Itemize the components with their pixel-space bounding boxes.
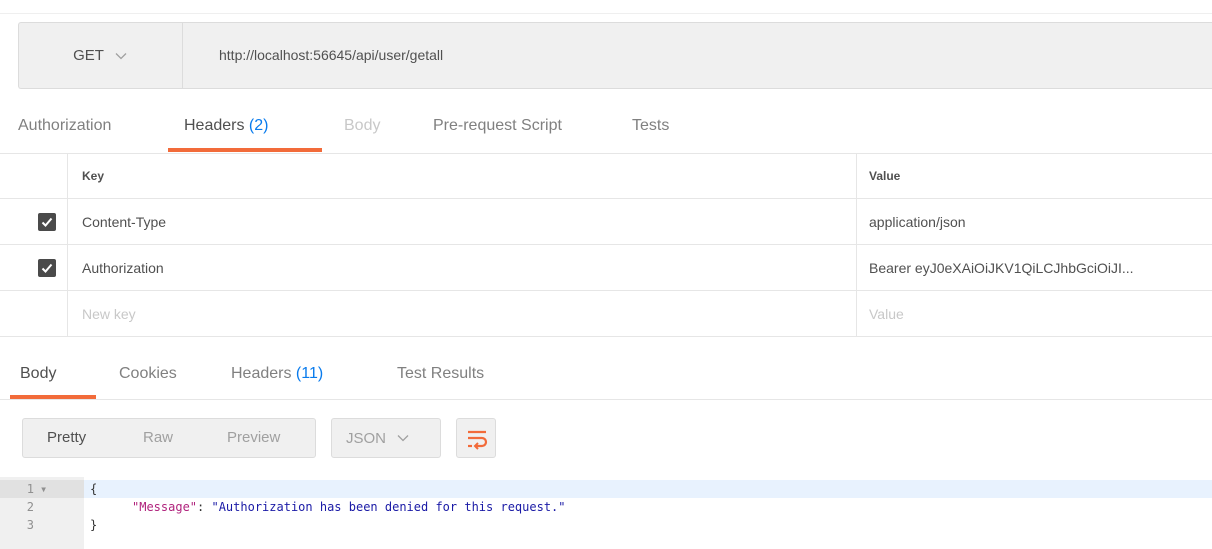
method-select[interactable]: GET (19, 23, 183, 88)
tab-cookies[interactable]: Cookies (119, 356, 177, 400)
column-header-value: Value (869, 169, 901, 183)
tab-label: Headers (231, 365, 296, 382)
new-header-row: New key Value (0, 291, 1212, 337)
tab-label: Body (20, 365, 57, 382)
code-text: { (90, 482, 98, 496)
wrap-lines-icon (468, 430, 488, 450)
value-column: Bearer eyJ0eXAiOiJKV1QiLCJhbGciOiJI... (856, 245, 1212, 290)
code-line: 3 } (0, 516, 1212, 534)
line-number: 3 (0, 516, 84, 534)
active-tab-underline (168, 148, 322, 152)
tab-label: Pre-request Script (433, 117, 562, 134)
code-text: "Message": "Authorization has been denie… (132, 498, 566, 516)
tab-authorization[interactable]: Authorization (18, 108, 111, 152)
format-select[interactable]: JSON (331, 418, 441, 458)
tab-label: Test Results (397, 365, 485, 382)
tab-headers[interactable]: Headers (2) (184, 108, 268, 152)
checkbox-column (0, 199, 68, 244)
line-number: 2 (0, 498, 84, 516)
line-number-text: 1 (26, 482, 34, 496)
table-row: Authorization Bearer eyJ0eXAiOiJKV1QiLCJ… (0, 245, 1212, 291)
raw-button[interactable]: Raw (143, 419, 173, 457)
checkbox-column (0, 154, 68, 198)
json-key: "Message" (132, 500, 198, 514)
new-key-input[interactable]: New key (82, 291, 136, 336)
tab-label: Cookies (119, 365, 177, 382)
header-value[interactable]: Bearer eyJ0eXAiOiJKV1QiLCJhbGciOiJI... (869, 245, 1134, 290)
preview-button[interactable]: Preview (227, 419, 280, 457)
table-row: Content-Type application/json (0, 199, 1212, 245)
header-value[interactable]: application/json (869, 199, 966, 244)
tab-response-body[interactable]: Body (20, 356, 56, 400)
chevron-down-icon (115, 52, 127, 59)
format-label: JSON (346, 429, 387, 447)
header-key[interactable]: Authorization (82, 245, 164, 290)
line-number-text: 2 (26, 500, 34, 514)
url-input[interactable]: http://localhost:56645/api/user/getall (219, 23, 443, 88)
header-key[interactable]: Content-Type (82, 199, 166, 244)
checkmark-icon (41, 263, 53, 273)
response-body-editor[interactable]: 1 ▾ { 2 "Message": "Authorization has be… (0, 477, 1212, 549)
checkbox-column (0, 291, 68, 336)
active-tab-underline (10, 395, 96, 399)
line-number: 1 ▾ (0, 480, 84, 498)
tab-label: Authorization (18, 117, 112, 134)
code-line: 2 "Message": "Authorization has been den… (0, 498, 1212, 516)
response-toolbar: Pretty Raw Preview JSON (0, 401, 1212, 476)
value-column: application/json (856, 199, 1212, 244)
chevron-down-icon (397, 435, 409, 442)
code-line: 1 ▾ { (0, 480, 1212, 498)
top-strip (0, 0, 1212, 14)
method-label: GET (73, 47, 104, 64)
column-header-key: Key (82, 169, 105, 183)
tab-response-headers[interactable]: Headers (11) (231, 356, 323, 400)
new-value-input[interactable]: Value (869, 291, 904, 336)
response-tabs: Body Cookies Headers (11) Test Results (0, 356, 1212, 400)
view-mode-group: Pretty Raw Preview (22, 418, 316, 458)
row-enabled-checkbox[interactable] (38, 258, 56, 277)
tab-body[interactable]: Body (344, 108, 380, 152)
fold-arrow-icon[interactable]: ▾ (40, 480, 47, 498)
checkmark-icon (41, 217, 53, 227)
tab-count-badge: (11) (295, 365, 324, 382)
json-separator: : (197, 500, 212, 514)
tab-test-results[interactable]: Test Results (397, 356, 484, 400)
table-header-row: Key Value (0, 153, 1212, 199)
value-column: Value (856, 291, 1212, 336)
value-column: Value (856, 154, 1212, 198)
json-string-value: "Authorization has been denied for this … (211, 500, 566, 514)
pretty-button[interactable]: Pretty (47, 419, 86, 457)
request-bar: GET http://localhost:56645/api/user/geta… (18, 22, 1212, 89)
tab-count-badge: (2) (248, 117, 269, 134)
tab-tests[interactable]: Tests (632, 108, 669, 152)
line-number-text: 3 (26, 518, 34, 532)
code-text: } (90, 518, 98, 532)
checkbox-column (0, 245, 68, 290)
tab-label: Tests (632, 117, 670, 134)
wrap-lines-button[interactable] (456, 418, 496, 458)
tab-label: Body (344, 117, 381, 134)
tab-label: Headers (184, 117, 249, 134)
tab-pre-request-script[interactable]: Pre-request Script (433, 108, 562, 152)
row-enabled-checkbox[interactable] (38, 212, 56, 231)
